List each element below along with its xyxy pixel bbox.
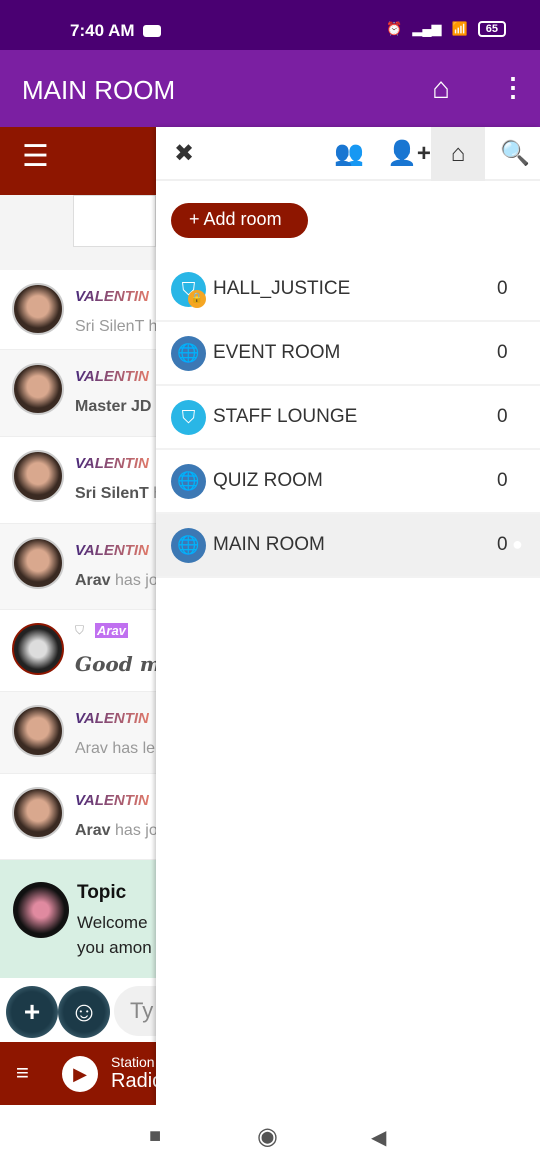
username: VALENTIN <box>75 710 149 727</box>
message-user: Arav <box>75 822 111 839</box>
lock-icon: 🔒 <box>188 290 206 308</box>
message-text: has jo <box>115 822 156 839</box>
youtube-icon <box>143 25 161 37</box>
app-bar: MAIN ROOM ⌂ ⋮ <box>0 50 540 127</box>
station-name: Radio <box>111 1070 156 1092</box>
message-text: has jo <box>115 572 156 589</box>
equalizer-icon[interactable]: ≡ <box>16 1060 29 1086</box>
user-icon: ● <box>512 534 523 554</box>
room-count: 0 <box>497 406 508 427</box>
username: VALENTIN <box>75 455 149 472</box>
chat-message[interactable]: VALENTIN Arav has jo <box>0 774 156 860</box>
emoji-icon[interactable]: ☺ <box>58 986 110 1038</box>
chat-message[interactable]: VALENTIN Arav has le <box>0 692 156 774</box>
menu-icon[interactable]: ☰ <box>22 140 49 173</box>
message-user: Sri SilenT <box>75 485 149 502</box>
clock: 7:40 AM <box>70 21 135 40</box>
chat-message[interactable]: VALENTIN Master JD <box>0 350 156 437</box>
message-input[interactable]: Ty <box>114 986 156 1036</box>
avatar[interactable] <box>12 363 64 415</box>
room-count: 0 <box>497 534 508 555</box>
topic-text: Welcome <box>77 913 148 932</box>
users-icon[interactable]: 👥 <box>334 139 364 168</box>
room-name: EVENT ROOM <box>213 342 341 363</box>
more-vert-icon[interactable]: ⋮ <box>500 72 526 103</box>
username: VALENTIN <box>75 288 149 305</box>
avatar[interactable] <box>12 705 64 757</box>
message-text: Good mo <box>75 652 156 676</box>
topic-title: Topic <box>77 882 127 903</box>
avatar[interactable] <box>12 623 64 675</box>
message-text: h <box>148 318 156 335</box>
globe-icon: 🌐 <box>171 528 206 563</box>
station-label: Station <box>111 1054 155 1070</box>
username: VALENTIN <box>75 792 149 809</box>
room-item[interactable]: ⛉ 🔒 HALL_JUSTICE 0 <box>156 258 540 322</box>
room-list: ⛉ 🔒 HALL_JUSTICE 0 🌐 EVENT ROOM 0 ⛉ STAFF LOUN… <box>156 258 540 578</box>
chat-panel: ☰ VALENTIN Sri SilenT h VALENTIN Master … <box>0 127 156 1105</box>
shield-icon: ⛉ <box>171 400 206 435</box>
room-item-active[interactable]: 🌐 MAIN ROOM 0 ● <box>156 514 540 578</box>
plus-icon[interactable]: + <box>6 986 58 1038</box>
message-user: Sri SilenT <box>75 318 145 335</box>
topic-text: you amon <box>77 938 152 957</box>
topic-avatar <box>13 882 69 938</box>
chat-message[interactable]: VALENTIN Sri SilenT h <box>0 437 156 524</box>
rooms-drawer: ✖ 👥 👤+ ⌂ 🔍 + Add room ⛉ 🔒 HALL_JUSTICE 0 🌐 E… <box>156 127 540 1105</box>
room-name: QUIZ ROOM <box>213 470 323 491</box>
system-nav-bar: ■ ◉ ◀ <box>0 1105 540 1170</box>
back-icon[interactable]: ◀ <box>371 1125 386 1150</box>
page-title: MAIN ROOM <box>22 75 176 105</box>
room-count: 0 <box>497 470 508 491</box>
globe-icon: 🌐 <box>171 336 206 371</box>
add-room-button[interactable]: + Add room <box>171 203 308 238</box>
recents-icon[interactable]: ■ <box>149 1125 161 1148</box>
home-nav-icon[interactable]: ◉ <box>257 1122 278 1151</box>
search-icon[interactable]: 🔍 <box>500 139 530 168</box>
chat-message[interactable]: VALENTIN Sri SilenT h <box>0 270 156 350</box>
chat-message[interactable]: VALENTIN Arav has jo <box>0 524 156 610</box>
avatar[interactable] <box>12 283 64 335</box>
close-icon[interactable]: ✖ <box>174 139 194 168</box>
room-count: 0 <box>497 278 508 299</box>
username: VALENTIN <box>75 368 149 385</box>
username: VALENTIN <box>75 542 149 559</box>
chat-image[interactable] <box>73 195 156 247</box>
message-text: Arav has le <box>75 740 156 757</box>
status-bar: 7:40 AM ⏰ ▂▄▆ 📶 65 <box>0 0 540 50</box>
radio-player: ≡ ▶ Station Radio <box>0 1042 156 1105</box>
battery-icon: 65 <box>477 21 506 37</box>
message-user: Arav <box>75 572 111 589</box>
alarm-icon: ⏰ <box>386 21 403 36</box>
room-count: 0 <box>497 342 508 363</box>
home-icon[interactable]: ⌂ <box>431 127 485 181</box>
play-icon[interactable]: ▶ <box>62 1056 98 1092</box>
room-name: MAIN ROOM <box>213 534 325 555</box>
wifi-icon: 📶 <box>451 21 468 36</box>
signal-icon: ▂▄▆ <box>412 21 442 36</box>
topic-card: Topic Welcome you amon <box>0 860 156 978</box>
username: Arav <box>95 623 128 638</box>
home-icon[interactable]: ⌂ <box>432 72 450 106</box>
chat-list: VALENTIN Sri SilenT h VALENTIN Master JD… <box>0 270 156 860</box>
add-user-icon[interactable]: 👤+ <box>387 139 431 168</box>
chat-message[interactable]: Arav ⛉ Good mo <box>0 610 156 692</box>
room-name: HALL_JUSTICE <box>213 278 351 299</box>
room-item[interactable]: 🌐 QUIZ ROOM 0 <box>156 450 540 514</box>
avatar[interactable] <box>12 787 64 839</box>
message-user: Master JD <box>75 398 152 415</box>
avatar[interactable] <box>12 537 64 589</box>
avatar[interactable] <box>12 450 64 502</box>
room-item[interactable]: 🌐 EVENT ROOM 0 <box>156 322 540 386</box>
room-name: STAFF LOUNGE <box>213 406 358 427</box>
globe-icon: 🌐 <box>171 464 206 499</box>
room-item[interactable]: ⛉ STAFF LOUNGE 0 <box>156 386 540 450</box>
shield-icon: ⛉ <box>75 623 85 637</box>
